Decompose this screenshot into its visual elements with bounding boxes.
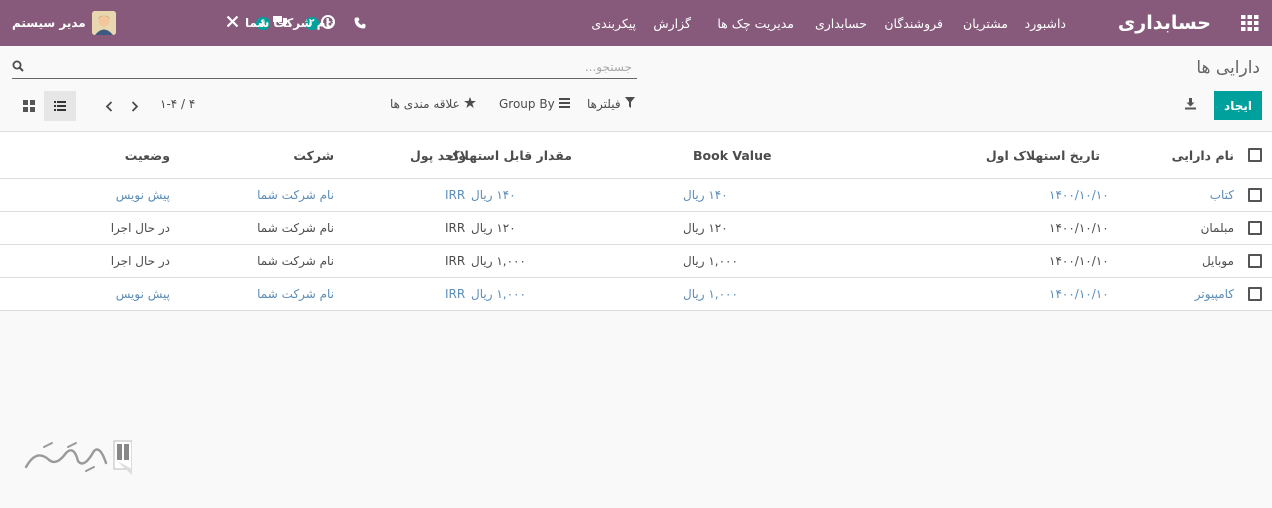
filters-label: فیلترها: [587, 97, 621, 111]
asset-name: موبایل: [1201, 254, 1234, 268]
search-bar: [12, 56, 637, 79]
book-value: ۱,۰۰۰ ریال: [683, 287, 738, 301]
first-depreciation-date: ۱۴۰۰/۱۰/۱۰: [1049, 254, 1109, 268]
menu-item-dashboard[interactable]: داشبورد: [1025, 0, 1066, 46]
book-value: ۱۴۰ ریال: [683, 188, 728, 202]
col-currency[interactable]: واحد پول: [410, 132, 466, 178]
table-row[interactable]: کامپیوتر ۱۴۰۰/۱۰/۱۰ ۱,۰۰۰ ریال ۱,۰۰۰ ریا…: [0, 278, 1272, 311]
first-depreciation-date: ۱۴۰۰/۱۰/۱۰: [1049, 221, 1109, 235]
phone-icon[interactable]: [354, 0, 366, 46]
select-all-checkbox[interactable]: [1248, 148, 1262, 162]
download-icon[interactable]: [1184, 97, 1197, 113]
menu-item-vendors[interactable]: فروشندگان: [884, 0, 943, 46]
currency: IRR: [445, 287, 466, 301]
first-depreciation-date: ۱۴۰۰/۱۰/۱۰: [1049, 287, 1109, 301]
status: پیش نویس: [115, 188, 170, 202]
pager-value[interactable]: ۱-۴ / ۴: [160, 97, 195, 111]
status: پیش نویس: [115, 287, 170, 301]
col-book-value[interactable]: Book Value: [693, 132, 771, 178]
list-view-icon[interactable]: [44, 91, 76, 121]
menu-item-reporting[interactable]: گزارش: [653, 0, 691, 46]
currency: IRR: [445, 254, 466, 268]
avatar: [91, 11, 116, 35]
favorites-label: علاقه مندی ها: [390, 97, 460, 111]
kanban-view-icon[interactable]: [13, 91, 45, 121]
book-value: ۱۲۰ ریال: [683, 221, 728, 235]
row-checkbox[interactable]: [1248, 254, 1262, 268]
chevron-left-icon[interactable]: [101, 96, 117, 116]
user-menu[interactable]: مدیر سیستم: [12, 0, 116, 46]
watermark-script-icon: [24, 440, 132, 475]
menu-item-accounting[interactable]: حسابداری: [815, 0, 867, 46]
row-checkbox[interactable]: [1248, 221, 1262, 235]
asset-name: کتاب: [1209, 188, 1234, 202]
company-switcher[interactable]: نام شرکت شما: [226, 0, 334, 46]
asset-name: مبلمان: [1200, 221, 1234, 235]
filter-icon: [624, 97, 635, 111]
company: نام شرکت شما: [257, 254, 334, 268]
depreciable-amount: ۱,۰۰۰ ریال: [471, 287, 526, 301]
assets-list: نام دارایی تاریخ استهلاک اول Book Value …: [0, 131, 1272, 311]
asset-name: کامپیوتر: [1194, 287, 1234, 301]
depreciable-amount: ۱۲۰ ریال: [471, 221, 516, 235]
col-asset-name[interactable]: نام دارایی: [1172, 132, 1234, 178]
user-name: مدیر سیستم: [12, 16, 86, 30]
company: نام شرکت شما: [257, 221, 334, 235]
table-row[interactable]: مبلمان ۱۴۰۰/۱۰/۱۰ ۱۲۰ ریال ۱۲۰ ریال IRR …: [0, 212, 1272, 245]
currency: IRR: [445, 188, 466, 202]
search-icon[interactable]: [12, 60, 24, 75]
company: نام شرکت شما: [257, 188, 334, 202]
create-button[interactable]: ایجاد: [1214, 91, 1262, 120]
table-row[interactable]: کتاب ۱۴۰۰/۱۰/۱۰ ۱۴۰ ریال ۱۴۰ ریال IRR نا…: [0, 179, 1272, 212]
status: در حال اجرا: [110, 254, 170, 268]
groupby-label: Group By: [499, 97, 555, 111]
favorites-dropdown[interactable]: علاقه مندی ها: [390, 97, 476, 111]
book-value: ۱,۰۰۰ ریال: [683, 254, 738, 268]
first-depreciation-date: ۱۴۰۰/۱۰/۱۰: [1049, 188, 1109, 202]
groupby-icon: [558, 97, 570, 111]
top-navbar: حسابداری داشبورد مشتریان فروشندگان حسابد…: [0, 0, 1272, 46]
filters-dropdown[interactable]: فیلترها: [587, 97, 635, 111]
depreciable-amount: ۱۴۰ ریال: [471, 188, 516, 202]
star-icon: [463, 97, 476, 111]
menu-item-configuration[interactable]: پیکربندی: [591, 0, 636, 46]
status: در حال اجرا: [110, 221, 170, 235]
depreciable-amount: ۱,۰۰۰ ریال: [471, 254, 526, 268]
chevron-right-icon[interactable]: [127, 96, 143, 116]
apps-menu-icon[interactable]: [1241, 0, 1259, 46]
watermark-logo: [22, 437, 132, 477]
currency: IRR: [445, 221, 466, 235]
row-checkbox[interactable]: [1248, 188, 1262, 202]
tools-icon: [226, 15, 239, 31]
table-row[interactable]: موبایل ۱۴۰۰/۱۰/۱۰ ۱,۰۰۰ ریال ۱,۰۰۰ ریال …: [0, 245, 1272, 278]
row-checkbox[interactable]: [1248, 287, 1262, 301]
col-first-depreciation-date[interactable]: تاریخ استهلاک اول: [986, 132, 1100, 178]
menu-item-customers[interactable]: مشتریان: [963, 0, 1008, 46]
search-input[interactable]: [34, 56, 632, 78]
col-company[interactable]: شرکت: [293, 132, 334, 178]
table-header: نام دارایی تاریخ استهلاک اول Book Value …: [0, 132, 1272, 179]
groupby-dropdown[interactable]: Group By: [499, 97, 570, 111]
app-title[interactable]: حسابداری: [1118, 0, 1211, 46]
menu-item-check-management[interactable]: مدیریت چک ها: [717, 0, 794, 46]
company-name: نام شرکت شما: [245, 16, 335, 30]
company: نام شرکت شما: [257, 287, 334, 301]
col-status[interactable]: وضعیت: [125, 132, 170, 178]
breadcrumb[interactable]: دارایی ها: [1196, 58, 1260, 78]
